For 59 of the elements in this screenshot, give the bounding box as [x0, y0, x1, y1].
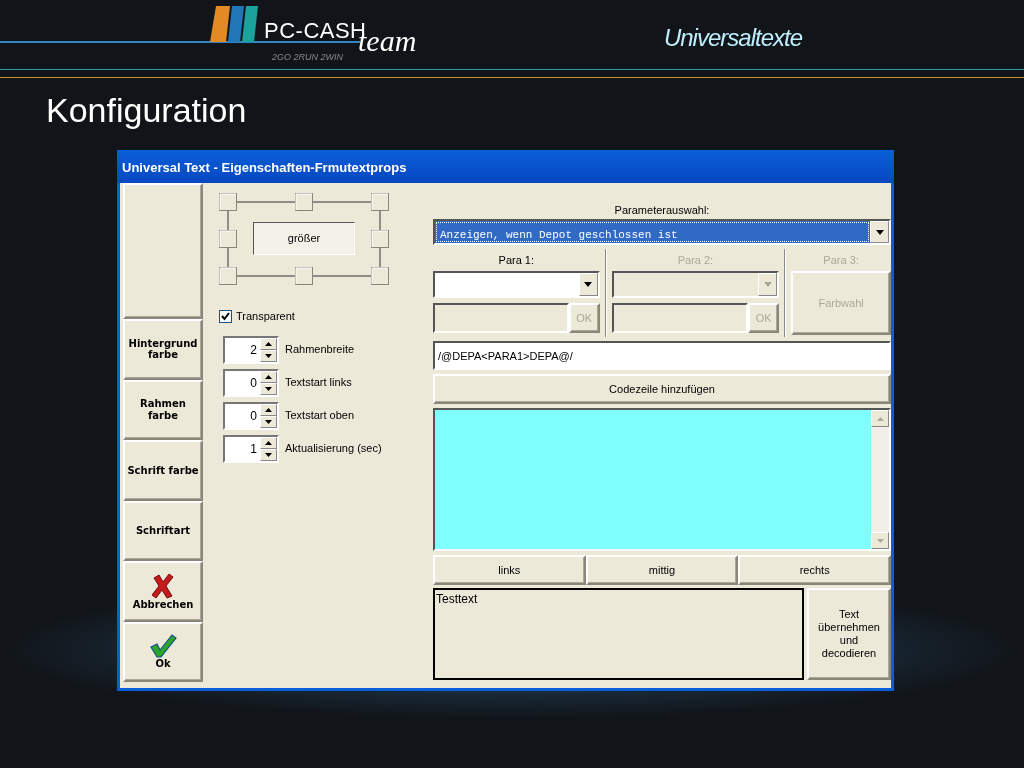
spin-label: Textstart oben: [285, 408, 355, 424]
blank-button[interactable]: [123, 183, 203, 319]
side-button[interactable]: Schriftart: [123, 500, 203, 561]
spin-up-button[interactable]: [260, 370, 277, 383]
dropdown[interactable]: Anzeigen, wenn Depot geschlossen ist: [433, 219, 891, 245]
spin-up-button[interactable]: [260, 337, 277, 350]
side-button[interactable]: Rahmen farbe: [123, 379, 203, 440]
side-button[interactable]: Hintergrund farbe: [123, 319, 203, 380]
spin-label: Aktualisierung (sec): [285, 441, 382, 457]
parameter-label: Para 1:: [498, 254, 535, 266]
align-button[interactable]: mittig: [585, 555, 739, 585]
check-icon: [221, 311, 230, 321]
code-field[interactable]: /@DEPA<PARA1>DEPA@/: [433, 341, 891, 370]
down-arrow-icon: [265, 353, 272, 358]
spin-label: Textstart links: [285, 375, 352, 391]
up-arrow-icon: [265, 407, 272, 412]
check-icon: [149, 634, 177, 658]
spin-label: Rahmenbreite: [285, 342, 355, 358]
parameter-label: Para 2:: [677, 254, 714, 266]
dropdown-arrow-icon: [875, 229, 884, 235]
dropdown-arrow-icon: [763, 282, 772, 287]
down-arrow-icon: [265, 419, 272, 424]
apply-button[interactable]: Text übernehmen und decodieren: [807, 588, 891, 680]
parameter-label: Parameterauswahl:: [614, 204, 710, 216]
down-arrow-icon: [876, 538, 884, 543]
spin-up-button[interactable]: [260, 403, 277, 416]
up-arrow-icon: [265, 374, 272, 379]
checkbox[interactable]: [219, 309, 232, 323]
window-title: Universal Text - Eigenschaften-Frmutextprops: [117, 150, 894, 183]
logo-tagline: 2GO 2RUN 2WIN: [272, 51, 343, 64]
scrollbar[interactable]: [871, 410, 889, 549]
spin-field[interactable]: 1: [223, 434, 279, 463]
add-code-line-button[interactable]: Codezeile hinzufügen: [433, 374, 891, 404]
spin-field[interactable]: 0: [223, 401, 279, 430]
down-arrow-icon: [265, 386, 272, 391]
up-arrow-icon: [265, 341, 272, 346]
logo-icon: [210, 6, 260, 42]
spin-field[interactable]: 2: [223, 335, 279, 364]
preview-field: Testtext: [433, 588, 804, 680]
slide-title: Konfiguration: [46, 92, 248, 130]
ok-button[interactable]: Ok: [123, 621, 203, 682]
input-field[interactable]: [611, 303, 749, 333]
down-arrow-icon: [265, 452, 272, 457]
up-arrow-icon: [265, 440, 272, 445]
spin-field[interactable]: 0: [223, 368, 279, 397]
parameter-label: Para 3:: [823, 254, 859, 266]
checkbox-label: Transparent: [236, 309, 295, 324]
dropdown[interactable]: [433, 271, 600, 298]
align-button[interactable]: links: [433, 555, 586, 585]
dropdown-arrow-icon: [584, 282, 593, 287]
header-title: Universaltexte: [663, 23, 802, 53]
cross-icon: [151, 572, 175, 599]
cancel-button[interactable]: Abbrechen: [123, 561, 203, 622]
side-button[interactable]: Schrift farbe: [123, 440, 203, 501]
up-arrow-icon: [876, 416, 884, 421]
align-button[interactable]: rechts: [738, 555, 891, 585]
spin-up-button[interactable]: [260, 436, 277, 449]
size-button[interactable]: größer: [253, 222, 355, 255]
input-field[interactable]: [433, 303, 569, 333]
